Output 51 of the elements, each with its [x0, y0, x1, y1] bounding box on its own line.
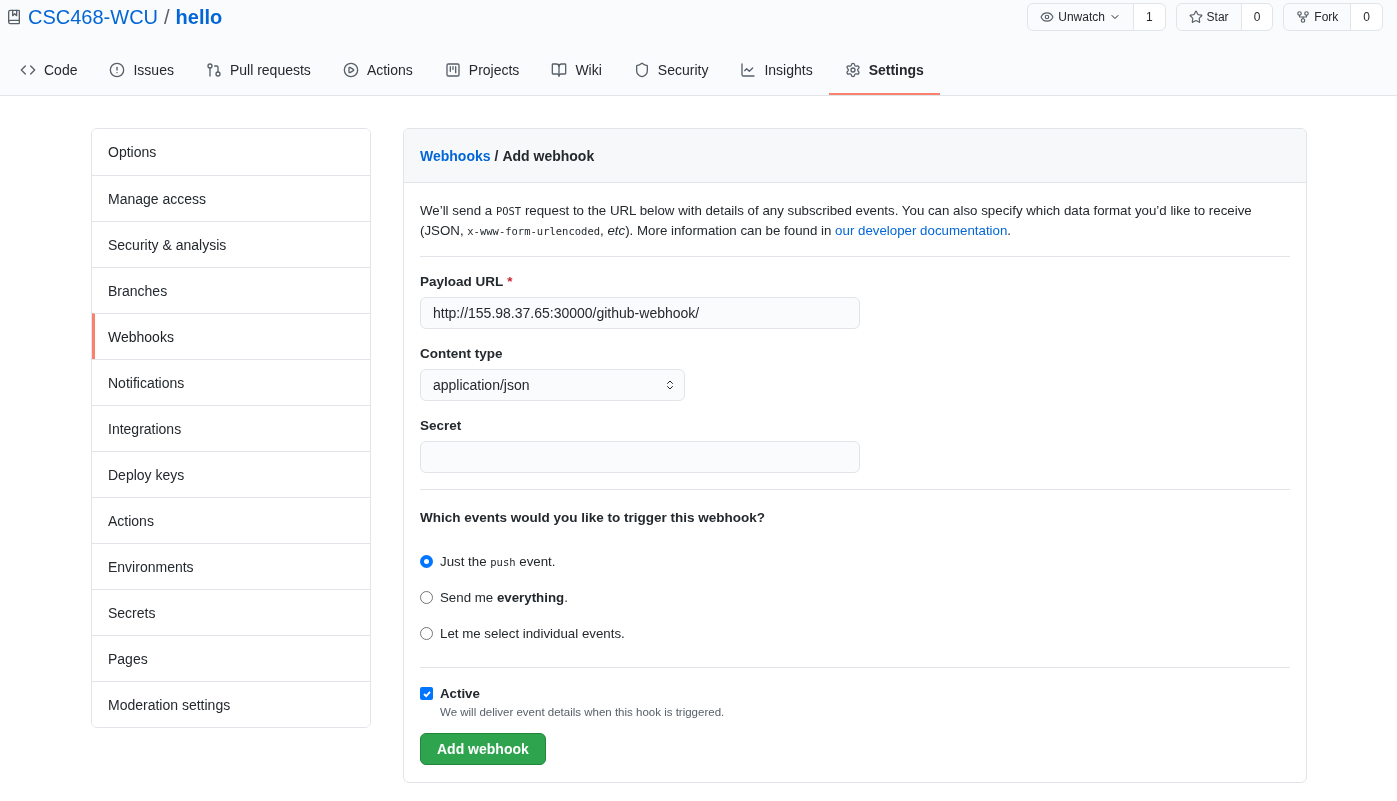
- pull-request-icon: [205, 62, 222, 78]
- repo-tab[interactable]: Projects: [428, 47, 536, 95]
- radio-button[interactable]: [420, 626, 433, 640]
- content-type-select[interactable]: application/json: [420, 369, 685, 401]
- breadcrumb-separator: /: [494, 147, 499, 164]
- breadcrumb-link[interactable]: Webhooks: [420, 147, 491, 164]
- repo-tab[interactable]: Actions: [326, 47, 429, 95]
- radio-label: Just the push event.: [440, 553, 556, 569]
- events-question: Which events would you like to trigger this webhook?: [420, 510, 767, 525]
- repo-icon: [6, 9, 22, 25]
- eye-icon: [1040, 10, 1055, 24]
- secret-field[interactable]: [420, 441, 860, 473]
- path-separator: /: [164, 5, 170, 29]
- repo-tab[interactable]: Insights: [724, 47, 829, 95]
- repo-owner-link[interactable]: CSC468-WCU: [28, 5, 159, 29]
- checkbox-label: Active: [440, 686, 480, 701]
- issue-icon: [109, 62, 126, 78]
- active-checkbox[interactable]: [420, 687, 433, 700]
- payload-url-field[interactable]: http://155.98.37.65:30000/github-webhook/: [420, 297, 860, 329]
- radio-label: Send me everything.: [440, 589, 568, 605]
- repo-tab[interactable]: Issues: [93, 47, 190, 95]
- field-label: Secret: [420, 418, 463, 433]
- repo-tab[interactable]: Pull requests: [189, 47, 327, 95]
- field-label: Payload URL *: [420, 274, 514, 289]
- settings-menu-item[interactable]: Webhooks: [92, 313, 370, 359]
- code-icon: [20, 62, 36, 78]
- book-icon: [551, 62, 568, 78]
- radio-button[interactable]: [420, 590, 433, 604]
- settings-icon: [844, 62, 861, 78]
- hint-text: We will deliver event details when this hook is triggered.: [440, 706, 726, 718]
- repo-tab[interactable]: Settings: [828, 47, 940, 95]
- star-count[interactable]: 0: [1240, 4, 1273, 30]
- play-icon: [342, 62, 359, 78]
- radio-button[interactable]: [420, 554, 433, 568]
- description-text: We’ll send a POST request to the URL below with details of any subscribed events. You can also specify which data format you’d like to receive (JSON, x-www-form-urlencoded, etc). More information can be found in our developer documentation.: [420, 183, 1290, 257]
- line-graph-icon: [740, 62, 757, 78]
- project-board-icon: [444, 62, 461, 78]
- repo-tab[interactable]: Security: [617, 47, 725, 95]
- select-arrows-icon: [664, 379, 676, 391]
- shield-icon: [633, 62, 650, 78]
- repo-tab[interactable]: Code: [4, 47, 94, 95]
- star-icon: [1188, 10, 1203, 24]
- field-label: Content type: [420, 346, 504, 361]
- repo-tab[interactable]: Wiki: [535, 47, 618, 95]
- repo-name-link[interactable]: hello: [175, 5, 223, 29]
- fork-icon: [1296, 10, 1311, 24]
- fork-count[interactable]: 0: [1350, 4, 1382, 30]
- settings-menu-item[interactable]: Moderation settings: [92, 681, 370, 727]
- breadcrumb-current: Add webhook: [502, 147, 595, 164]
- radio-label: Let me select individual events.: [440, 625, 625, 641]
- watch-count[interactable]: 1: [1132, 4, 1165, 30]
